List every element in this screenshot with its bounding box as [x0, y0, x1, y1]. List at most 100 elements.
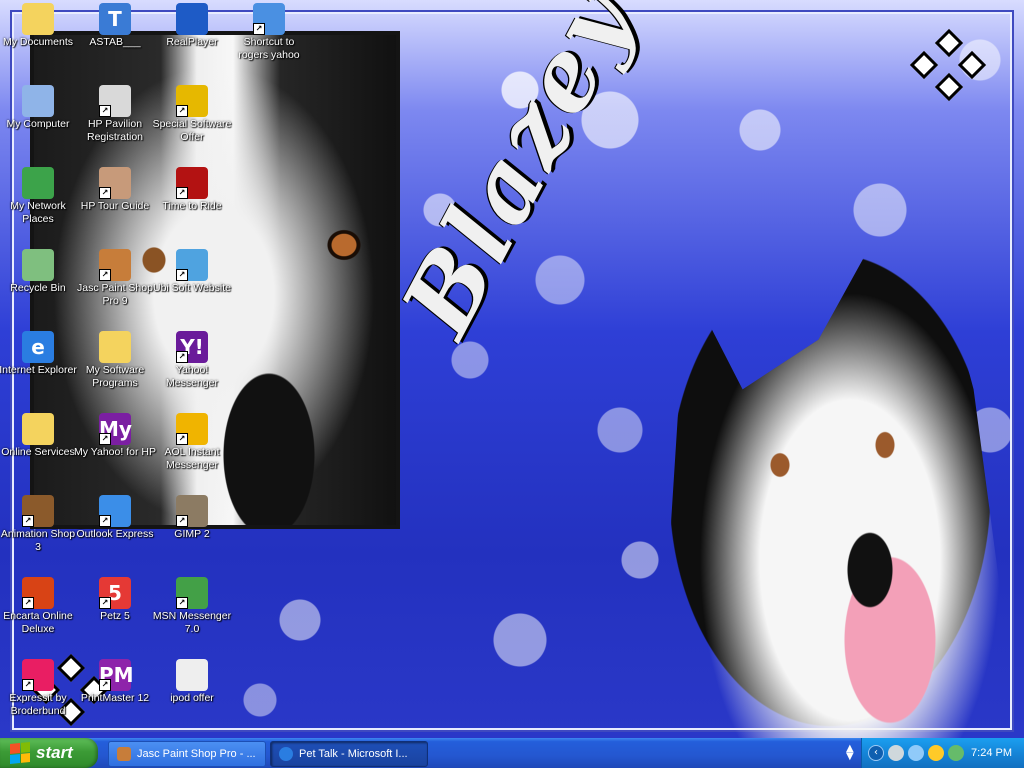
desktop-icon-label: Outlook Express — [76, 528, 154, 540]
registration-icon: ↗ — [99, 85, 131, 117]
desktop-icon[interactable]: RealPlayer — [151, 3, 233, 49]
cd-offer-icon: ↗ — [176, 85, 208, 117]
software-folder-icon — [99, 331, 131, 363]
desktop-icon[interactable]: ↗ Expressit by Broderbund — [0, 659, 79, 718]
desktop-icon-label: My Yahoo! for HP — [74, 446, 156, 458]
desktop-icon[interactable]: ↗ Encarta Online Deluxe — [0, 577, 79, 636]
start-button[interactable]: start — [0, 738, 98, 768]
shortcut-arrow-icon: ↗ — [176, 351, 188, 363]
desktop-icon[interactable]: ↗ Animation Shop 3 — [0, 495, 79, 554]
network-icon[interactable] — [908, 745, 924, 761]
desktop-icon[interactable]: ↗ AOL Instant Messenger — [151, 413, 233, 472]
desktop-icon[interactable]: T ASTAB___ — [74, 3, 156, 49]
aim-tray-icon[interactable] — [928, 745, 944, 761]
clock[interactable]: 7:24 PM — [971, 747, 1012, 759]
desktop-icon-label: HP Pavilion Registration — [86, 118, 144, 143]
volume-icon[interactable] — [888, 745, 904, 761]
desktop-icon[interactable]: Recycle Bin — [0, 249, 79, 295]
desktop-icon[interactable]: ↗ Outlook Express — [74, 495, 156, 541]
desktop-icon-label: My Computer — [6, 118, 70, 130]
my-yahoo-icon: My ↗ — [99, 413, 132, 445]
desktop-icon-label: ASTAB___ — [89, 36, 141, 48]
desktop-icon-label: Encarta Online Deluxe — [3, 610, 73, 635]
desktop-icon[interactable]: Online Services — [0, 413, 79, 459]
desktop-icon[interactable]: ↗ HP Pavilion Registration — [74, 85, 156, 144]
wallpaper-dog-image — [670, 240, 1000, 738]
desktop-icon[interactable]: ↗ Shortcut to rogers yahoo — [228, 3, 310, 62]
game-icon: ↗ — [176, 167, 208, 199]
desktop-icon[interactable]: ↗ HP Tour Guide — [74, 167, 156, 213]
desktop-icon[interactable]: ↗ Special Software Offer — [151, 85, 233, 144]
desktop-icon-label: Jasc Paint Shop Pro 9 — [77, 282, 153, 307]
desktop-icon[interactable]: My ↗ My Yahoo! for HP — [74, 413, 156, 459]
network-places-icon — [22, 167, 54, 199]
desktop-icon-label: Animation Shop 3 — [0, 528, 76, 553]
desktop-icon-label: Time to Ride — [162, 200, 222, 212]
desktop-icon[interactable]: e Internet Explorer — [0, 331, 79, 377]
desktop-icon[interactable]: ipod offer — [151, 659, 233, 705]
desktop-icon-label: AOL Instant Messenger — [164, 446, 220, 471]
shortcut-arrow-icon: ↗ — [253, 23, 265, 35]
shortcut-arrow-icon: ↗ — [176, 187, 188, 199]
document-icon — [176, 659, 208, 691]
desktop-icon[interactable]: My Network Places — [0, 167, 79, 226]
desktop-icon[interactable]: ↗ Time to Ride — [151, 167, 233, 213]
desktop-icon[interactable]: ↗ Ubi Soft Website — [151, 249, 233, 295]
desktop-icon-label: Shortcut to rogers yahoo — [238, 36, 300, 61]
desktop-icon[interactable]: My Documents — [0, 3, 79, 49]
desktop-icon-label: RealPlayer — [166, 36, 218, 48]
windows-logo-icon — [10, 741, 30, 765]
desktop-icon[interactable]: PM ↗ PrintMaster 12 — [74, 659, 156, 705]
realplayer-icon — [176, 3, 208, 35]
desktop-icon-label: Recycle Bin — [10, 282, 66, 294]
taskbar-item-label: Jasc Paint Shop Pro - ... — [137, 748, 256, 760]
network-shortcut-icon: ↗ — [253, 3, 285, 35]
wallpaper-title-text: Blazey — [380, 0, 656, 354]
computer-icon — [22, 85, 54, 117]
taskbar-item-label: Pet Talk - Microsoft I... — [299, 748, 408, 760]
language-bar-arrows[interactable]: ▲ ▼ — [846, 744, 860, 762]
desktop-icon[interactable]: ↗ MSN Messenger 7.0 — [151, 577, 233, 636]
taskbar-item-paint-shop-pro[interactable]: Jasc Paint Shop Pro - ... — [108, 741, 266, 767]
shortcut-arrow-icon: ↗ — [99, 187, 111, 199]
taskbar: start Jasc Paint Shop Pro - ... Pet Talk… — [0, 738, 1024, 768]
desktop-icon-label: Ubi Soft Website — [152, 282, 231, 294]
desktop-icon[interactable]: My Computer — [0, 85, 79, 131]
internet-explorer-icon — [279, 747, 293, 761]
desktop-icon-label: Expressit by Broderbund — [9, 692, 67, 717]
desktop-icon-label: Petz 5 — [100, 610, 130, 622]
shortcut-arrow-icon: ↗ — [176, 269, 188, 281]
desktop-icon-label: Online Services — [1, 446, 75, 458]
show-hidden-icons-button[interactable]: ‹ — [868, 745, 884, 761]
desktop-icon-label: My Documents — [2, 36, 74, 48]
folder-docs-icon — [22, 3, 54, 35]
desktop-icon[interactable]: Y! ↗ Yahoo! Messenger — [151, 331, 233, 390]
petz-icon: 5 ↗ — [99, 577, 131, 609]
yahoo-messenger-icon: Y! ↗ — [176, 331, 208, 363]
desktop-icon[interactable]: 5 ↗ Petz 5 — [74, 577, 156, 623]
system-tray: ‹ 7:24 PM — [861, 738, 1024, 768]
desktop-icon[interactable]: ↗ Jasc Paint Shop Pro 9 — [74, 249, 156, 308]
taskbar-item-pet-talk[interactable]: Pet Talk - Microsoft I... — [270, 741, 428, 767]
shortcut-arrow-icon: ↗ — [176, 433, 188, 445]
desktop-icon[interactable]: My Software Programs — [74, 331, 156, 390]
messenger-tray-icon[interactable] — [948, 745, 964, 761]
text-file-icon: T — [99, 3, 131, 35]
paint-icon: ↗ — [99, 249, 131, 281]
film-icon: ↗ — [22, 495, 54, 527]
printmaster-icon: PM ↗ — [99, 659, 134, 691]
expressit-icon: ↗ — [22, 659, 54, 691]
shortcut-arrow-icon: ↗ — [22, 515, 34, 527]
desktop[interactable]: Blazey My Documents T ASTAB___ RealPlayer ↗ S… — [0, 0, 1024, 738]
folder-icon — [22, 413, 54, 445]
outlook-express-icon: ↗ — [99, 495, 131, 527]
desktop-icon-label: Special Software Offer — [152, 118, 232, 143]
recycle-bin-icon — [22, 249, 54, 281]
encarta-icon: ↗ — [22, 577, 54, 609]
internet-explorer-icon: e — [22, 331, 54, 363]
shortcut-arrow-icon: ↗ — [99, 679, 111, 691]
desktop-icon-label: MSN Messenger 7.0 — [152, 610, 232, 635]
msn-icon: ↗ — [176, 577, 208, 609]
shortcut-arrow-icon: ↗ — [99, 433, 111, 445]
desktop-icon[interactable]: ↗ GIMP 2 — [151, 495, 233, 541]
